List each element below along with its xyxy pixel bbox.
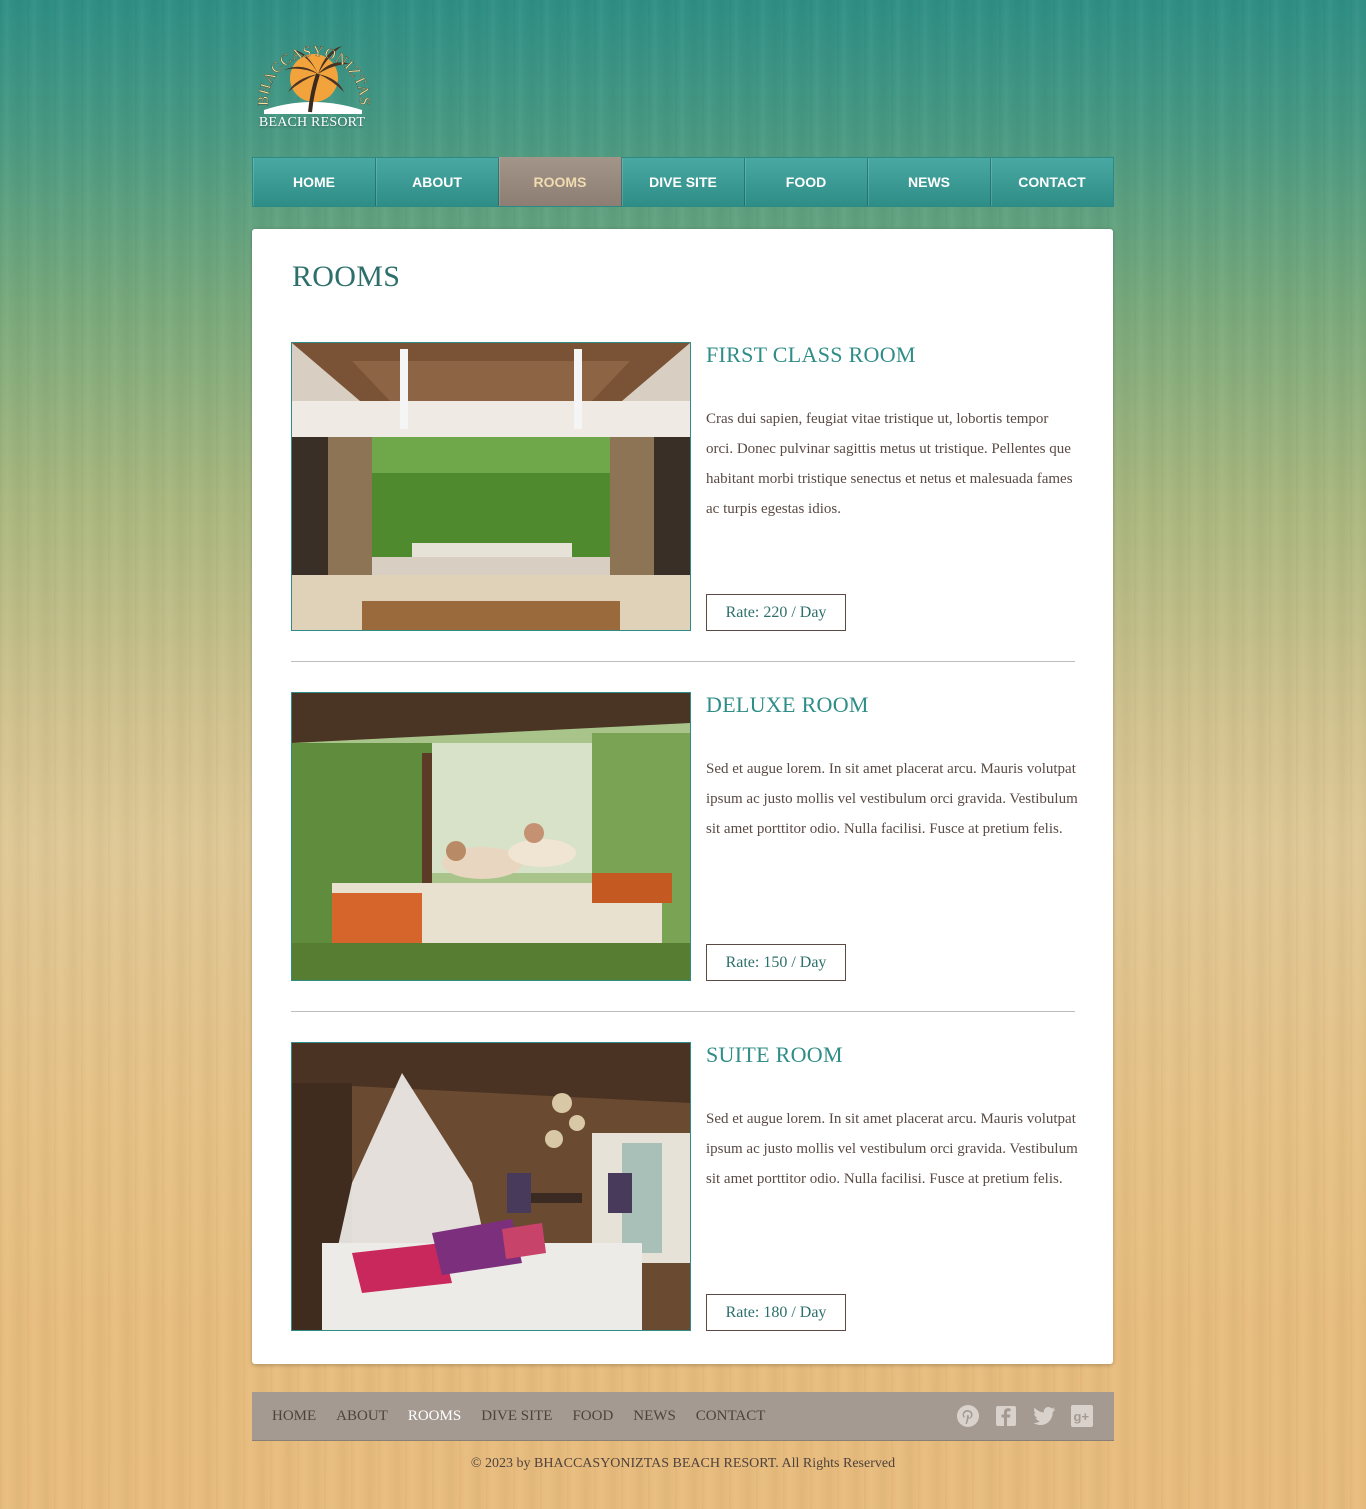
rate-button[interactable]: Rate: 150 / Day: [706, 944, 846, 981]
pinterest-icon[interactable]: [956, 1404, 980, 1428]
room-photo: [291, 692, 691, 981]
svg-text:g+: g+: [1074, 1409, 1090, 1424]
room-name: SUITE ROOM: [706, 1042, 843, 1067]
google-plus-icon[interactable]: g+: [1070, 1404, 1094, 1428]
room-name: FIRST CLASS ROOM: [706, 342, 916, 367]
footer-nav-dive-site[interactable]: DIVE SITE: [481, 1408, 552, 1425]
rate-button[interactable]: Rate: 180 / Day: [706, 1294, 846, 1331]
nav-contact[interactable]: CONTACT: [991, 158, 1113, 206]
logo-tagline: BEACH RESORT: [258, 115, 366, 130]
twitter-icon[interactable]: [1032, 1404, 1056, 1428]
footer-nav-rooms[interactable]: ROOMS: [408, 1408, 461, 1425]
footer-bar: HOME ABOUT ROOMS DIVE SITE FOOD NEWS CON…: [252, 1392, 1114, 1441]
nav-food[interactable]: FOOD: [745, 158, 868, 206]
room-description: Sed et augue lorem. In sit amet placerat…: [706, 761, 1078, 837]
nav-rooms[interactable]: ROOMS: [499, 157, 622, 206]
copyright-text: © 2023 by BHACCASYONIZTAS BEACH RESORT. …: [470, 1456, 896, 1471]
room-card-first-class: FIRST CLASS ROOM Cras dui sapien, feugia…: [291, 342, 1075, 632]
social-links: g+: [956, 1404, 1094, 1428]
footer-nav-about[interactable]: ABOUT: [336, 1408, 388, 1425]
room-divider: [291, 1011, 1075, 1012]
room-photo: [291, 1042, 691, 1331]
first-class-room-photo: [292, 343, 690, 630]
main-nav: HOME ABOUT ROOMS DIVE SITE FOOD NEWS CON…: [252, 157, 1114, 207]
room-divider: [291, 661, 1075, 662]
footer-nav-contact[interactable]: CONTACT: [696, 1408, 766, 1425]
room-photo: [291, 342, 691, 631]
resort-logo[interactable]: BHACCASYONIZTAS BEACH RESORT: [252, 22, 372, 134]
nav-dive-site[interactable]: DIVE SITE: [622, 158, 745, 206]
footer-nav-home[interactable]: HOME: [272, 1408, 316, 1425]
facebook-icon[interactable]: [994, 1404, 1018, 1428]
nav-news[interactable]: NEWS: [868, 158, 991, 206]
room-description: Cras dui sapien, feugiat vitae tristique…: [706, 411, 1073, 517]
suite-room-photo: [292, 1043, 690, 1330]
room-description: Sed et augue lorem. In sit amet placerat…: [706, 1111, 1078, 1187]
content-panel: ROOMS FIRST CLASS ROOM Cras dui sapien, …: [252, 229, 1113, 1364]
room-card-deluxe: DELUXE ROOM Sed et augue lorem. In sit a…: [291, 692, 1078, 982]
footer-nav-news[interactable]: NEWS: [633, 1408, 676, 1425]
nav-home[interactable]: HOME: [253, 158, 376, 206]
rate-button[interactable]: Rate: 220 / Day: [706, 594, 846, 631]
page-title: ROOMS: [292, 260, 401, 293]
nav-about[interactable]: ABOUT: [376, 158, 499, 206]
room-name: DELUXE ROOM: [706, 692, 869, 717]
room-card-suite: SUITE ROOM Sed et augue lorem. In sit am…: [291, 1042, 1078, 1332]
footer-nav-food[interactable]: FOOD: [572, 1408, 613, 1425]
deluxe-room-photo: [292, 693, 690, 980]
